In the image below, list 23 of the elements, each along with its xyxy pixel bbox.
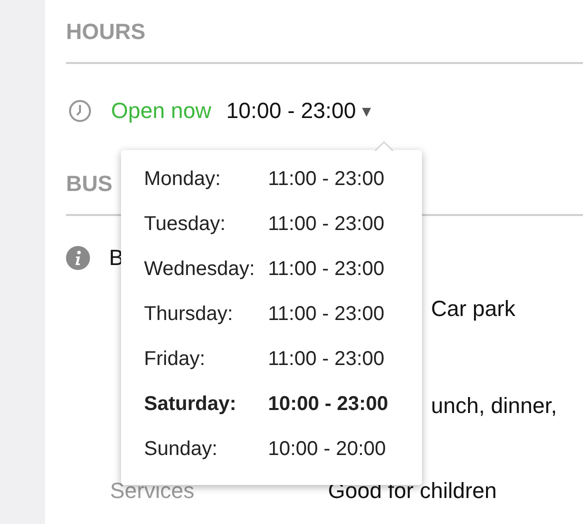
day-name: Friday:: [144, 348, 206, 371]
section-heading: HOURS: [66, 19, 146, 45]
clock-icon: [68, 99, 92, 123]
day-name: Tuesday:: [144, 213, 227, 236]
day-name: Monday:: [144, 168, 222, 191]
day-name: Sunday:: [144, 438, 218, 461]
day-hours: 10:00 - 20:00: [268, 438, 386, 461]
open-status: Open now: [111, 98, 212, 124]
day-hours: 11:00 - 23:00: [268, 168, 384, 191]
hours-dropdown[interactable]: 10:00 - 23:00 ▾: [226, 98, 371, 124]
info-label: Services: [110, 478, 196, 504]
day-hours: 11:00 - 23:00: [268, 258, 384, 281]
day-name: Thursday:: [144, 303, 234, 326]
section-heading: BUS: [66, 171, 112, 197]
day-name: Saturday:: [144, 393, 238, 416]
info-value: unch, dinner,: [431, 392, 557, 418]
day-name: Wednesday:: [144, 258, 256, 281]
day-hours: 11:00 - 23:00: [268, 303, 384, 326]
info-value: Car park: [431, 296, 516, 322]
day-hours: 11:00 - 23:00: [268, 348, 384, 371]
day-hours: 11:00 - 23:00: [268, 213, 384, 236]
info-icon: [66, 246, 90, 270]
day-hours: 10:00 - 23:00: [268, 393, 388, 416]
